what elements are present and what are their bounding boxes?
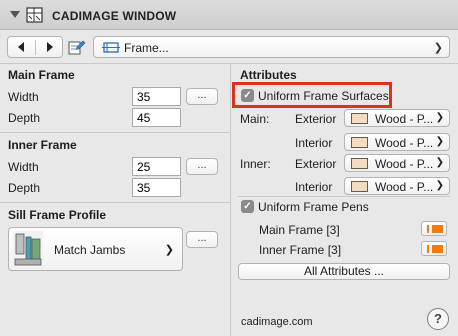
sill-profile-label: Match Jambs [54,243,126,257]
back-button[interactable] [8,37,35,57]
material-swatch [351,113,368,124]
highlight-box [232,82,392,108]
window-title: CADIMAGE WINDOW [52,9,177,23]
main-width-label: Width [8,90,39,104]
forward-button[interactable] [36,37,63,57]
main-interior-material-select[interactable]: Wood - P... ❯ [344,133,450,151]
inner-width-more-button[interactable]: ... [186,158,218,175]
forward-arrow-icon [47,42,53,52]
inner-frame-pen-label: Inner Frame [3] [259,243,342,257]
inner-interior-label: Interior [295,180,333,194]
header-bar: CADIMAGE WINDOW [0,0,458,30]
sill-more-button[interactable]: ... [186,231,218,248]
attributes-heading: Attributes [240,68,297,82]
material-swatch [351,181,368,192]
sill-profile-select[interactable]: Match Jambs ❯ [8,227,183,271]
frame-select-label: Frame... [124,41,169,55]
frame-select[interactable]: Frame... ❯ [93,36,450,58]
navigation-buttons [7,36,63,58]
inner-material-label: Inner: [240,157,271,171]
uniform-pens-label: Uniform Frame Pens [258,200,369,214]
all-attributes-button[interactable]: All Attributes ... [238,263,450,280]
material-name: Wood - P... [375,112,434,126]
edit-icon[interactable] [68,38,86,56]
inner-frame-heading: Inner Frame [8,138,77,152]
main-depth-label: Depth [8,111,41,125]
inner-width-field[interactable] [132,157,181,176]
chevron-right-icon: ❯ [435,136,444,147]
footer-url[interactable]: cadimage.com [241,316,313,328]
main-frame-pen-select[interactable] [421,221,447,236]
frame-icon [102,42,120,53]
material-name: Wood - P... [375,136,434,150]
main-depth-field[interactable] [132,108,181,127]
help-icon[interactable]: ? [427,308,449,330]
main-width-more-button[interactable]: ... [186,88,218,105]
inner-depth-field[interactable] [132,178,181,197]
chevron-right-icon: ❯ [435,112,444,123]
disclosure-triangle-icon[interactable] [10,11,20,18]
inner-exterior-material-select[interactable]: Wood - P... ❯ [344,154,450,172]
chevron-right-icon: ❯ [435,157,444,168]
chevron-right-icon: ❯ [164,244,174,256]
main-material-label: Main: [240,112,270,126]
main-exterior-label: Exterior [295,112,337,126]
inner-depth-label: Depth [8,181,41,195]
inner-width-label: Width [8,160,39,174]
chevron-right-icon: ❯ [435,180,444,191]
material-name: Wood - P... [375,180,434,194]
inner-exterior-label: Exterior [295,157,337,171]
inner-interior-material-select[interactable]: Wood - P... ❯ [344,177,450,195]
sill-profile-thumbnail [13,231,43,268]
material-name: Wood - P... [375,157,434,171]
material-swatch [351,158,368,169]
back-arrow-icon [18,42,24,52]
material-swatch [351,137,368,148]
main-interior-label: Interior [295,136,333,150]
uniform-pens-checkbox[interactable]: ✓ [241,200,254,213]
sill-frame-heading: Sill Frame Profile [8,208,107,222]
main-frame-heading: Main Frame [8,68,75,82]
main-frame-pen-label: Main Frame [3] [259,223,340,237]
cadimage-window-icon [26,7,43,23]
chevron-right-icon: ❯ [433,42,443,54]
main-width-field[interactable] [132,87,181,106]
main-exterior-material-select[interactable]: Wood - P... ❯ [344,109,450,127]
inner-frame-pen-select[interactable] [421,241,447,256]
